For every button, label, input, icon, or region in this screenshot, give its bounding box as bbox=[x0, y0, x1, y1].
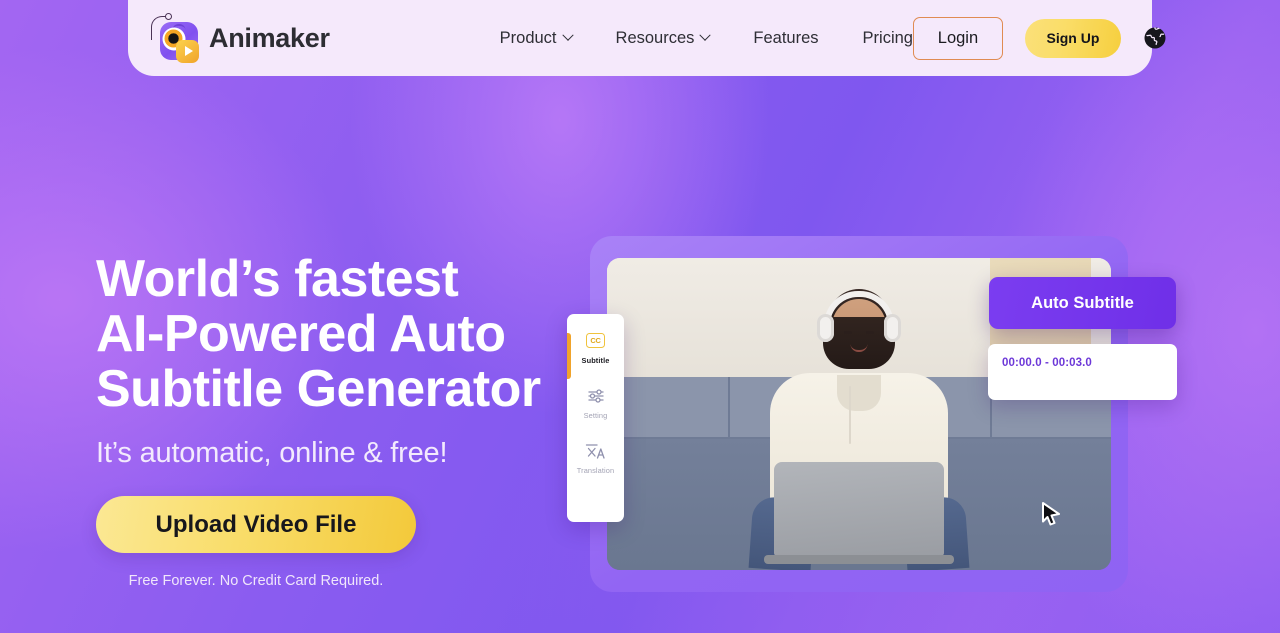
laptop-base bbox=[764, 554, 954, 564]
tool-label: Setting bbox=[583, 411, 608, 420]
hero-title-line-2: AI-Powered Auto bbox=[96, 305, 506, 364]
upload-video-file-button[interactable]: Upload Video File bbox=[96, 496, 416, 554]
login-button[interactable]: Login bbox=[912, 16, 1003, 60]
headphones-earcup bbox=[884, 314, 901, 343]
site-header: Animaker Product Resources Features Pric… bbox=[128, 0, 1166, 76]
auth-actions: Login Sign Up bbox=[912, 16, 1167, 60]
nav-label: Features bbox=[753, 28, 819, 47]
translate-icon bbox=[585, 440, 606, 461]
tool-item-subtitle[interactable]: CC Subtitle bbox=[567, 330, 624, 365]
nav-label: Resources bbox=[615, 28, 695, 47]
nav-item-resources[interactable]: Resources bbox=[615, 28, 712, 48]
headphone-cord bbox=[849, 385, 851, 444]
sliders-icon bbox=[587, 385, 605, 406]
closed-caption-icon: CC bbox=[586, 330, 605, 351]
person-eye bbox=[866, 331, 874, 334]
logo-play-icon bbox=[176, 39, 199, 63]
mouse-pointer-icon bbox=[1042, 502, 1061, 526]
logo-wordmark: Animaker bbox=[209, 22, 330, 53]
tool-item-translation[interactable]: Translation bbox=[567, 440, 624, 475]
hero-title-line-1: World’s fastest bbox=[96, 250, 459, 308]
active-tool-indicator bbox=[567, 333, 571, 379]
logo[interactable]: Animaker bbox=[149, 13, 330, 63]
animaker-logo-icon bbox=[149, 13, 199, 63]
tool-item-setting[interactable]: Setting bbox=[567, 385, 624, 420]
auto-subtitle-button[interactable]: Auto Subtitle bbox=[989, 277, 1176, 329]
nav-item-features[interactable]: Features bbox=[753, 29, 818, 48]
globe-icon[interactable] bbox=[1143, 26, 1167, 50]
tool-label: Subtitle bbox=[581, 356, 610, 365]
product-mockup: Auto Subtitle 00:00.0 - 00:03.0 CC Subti… bbox=[567, 236, 1177, 592]
chevron-down-icon bbox=[561, 29, 574, 41]
subtitle-timecode: 00:00.0 - 00:03.0 bbox=[1002, 357, 1092, 369]
laptop-screen bbox=[774, 461, 944, 556]
nav-label: Product bbox=[499, 28, 557, 47]
nav-item-product[interactable]: Product bbox=[499, 28, 574, 48]
subtitle-row[interactable]: 00:00.0 - 00:03.0 bbox=[988, 344, 1177, 400]
person-eye bbox=[844, 331, 852, 334]
nav-label: Pricing bbox=[862, 28, 913, 47]
headphones-earcup bbox=[817, 314, 834, 343]
hero-subtitle: It’s automatic, online & free! bbox=[96, 437, 448, 470]
hero-title-line-3: Subtitle Generator bbox=[96, 360, 541, 419]
tool-label: Translation bbox=[576, 466, 615, 475]
chevron-down-icon bbox=[699, 29, 712, 41]
editor-tool-panel: CC Subtitle Setting Translation bbox=[567, 314, 624, 522]
hero-disclaimer: Free Forever. No Credit Card Required. bbox=[128, 573, 384, 590]
signup-button[interactable]: Sign Up bbox=[1024, 18, 1121, 58]
page-title: World’s fastest AI-Powered Auto Subtitle… bbox=[96, 250, 566, 419]
hero-copy: World’s fastest AI-Powered Auto Subtitle… bbox=[96, 250, 566, 590]
nav-item-pricing[interactable]: Pricing bbox=[863, 29, 913, 48]
scene-couch-seam bbox=[727, 376, 730, 439]
person-shirt-neck bbox=[837, 375, 881, 411]
main-nav: Product Resources Features Pricing bbox=[500, 29, 913, 48]
